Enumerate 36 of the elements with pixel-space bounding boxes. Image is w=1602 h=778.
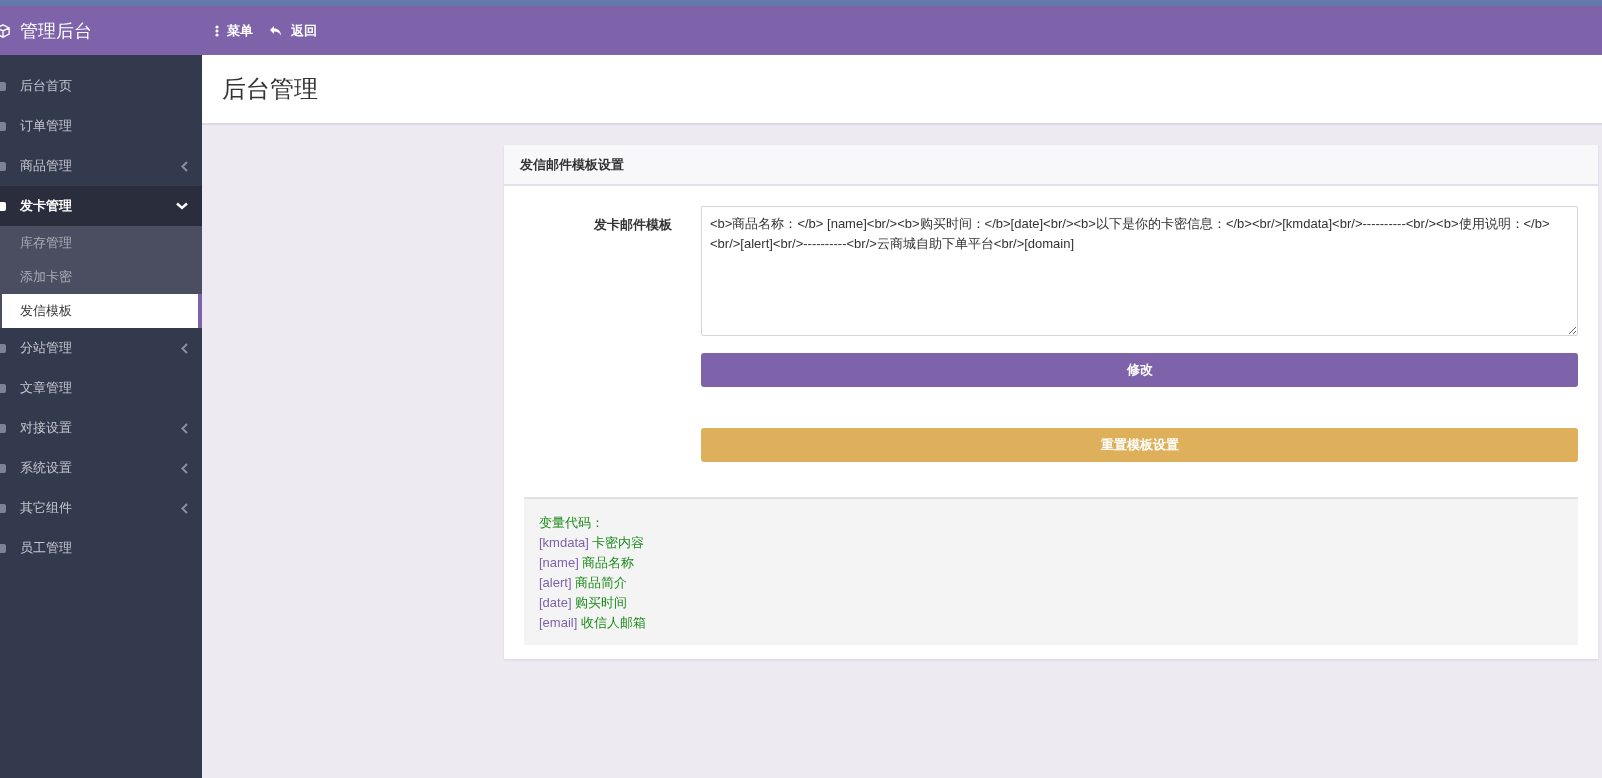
brand-title: 管理后台 — [20, 19, 92, 43]
chevron-down-icon — [176, 202, 188, 210]
variables-heading: 变量代码： — [539, 514, 605, 532]
chevron-left-icon — [181, 342, 188, 354]
submenu-item[interactable]: 添加卡密 — [2, 260, 202, 294]
chevron-left-icon — [181, 160, 188, 172]
sidebar-item[interactable]: 分站管理 — [0, 328, 202, 368]
variable-line: [alert] 商品简介 — [539, 574, 629, 592]
field-label: 发卡邮件模板 — [593, 216, 672, 234]
variable-line: [email] 收信人邮箱 — [539, 614, 647, 632]
chevron-left-icon — [181, 422, 188, 434]
sidebar-item[interactable]: 订单管理 — [0, 106, 202, 146]
menu-link[interactable]: 菜单 — [215, 21, 253, 40]
submenu-item[interactable]: 库存管理 — [2, 226, 202, 260]
chevron-left-icon — [181, 462, 188, 474]
reply-arrow-icon — [269, 24, 283, 37]
card-title: 发信邮件模板设置 — [520, 155, 624, 174]
sidebar-item[interactable]: 后台首页 — [0, 66, 202, 106]
sidebar-item[interactable]: 其它组件 — [0, 488, 202, 528]
chevron-left-icon — [181, 502, 188, 514]
variable-line: [name] 商品名称 — [539, 554, 636, 572]
template-textarea[interactable]: <b>商品名称：</b> [name]<br/><b>购买时间：</b>[date]<br/><b>以下是你的卡密信息：</b><br/>[kmdata]<br/>----------<br/><b>使用说明：</b><br/>[alert]<br/>----------<br/>云商城自助下单平台<br/>[domain] — [701, 206, 1578, 336]
sidebar-item[interactable]: 对接设置 — [0, 408, 202, 448]
dots-vertical-icon — [215, 24, 219, 37]
cube-icon — [0, 22, 10, 39]
sidebar-item[interactable]: 系统设置 — [0, 448, 202, 488]
page-title: 后台管理 — [222, 74, 318, 104]
submenu-item[interactable]: 发信模板 — [2, 294, 202, 328]
variable-line: [date] 购买时间 — [539, 594, 629, 612]
variable-line: [kmdata] 卡密内容 — [539, 534, 646, 552]
sidebar-item[interactable]: 发卡管理 — [0, 186, 202, 226]
sidebar-item[interactable]: 员工管理 — [0, 528, 202, 568]
sidebar-item[interactable]: 文章管理 — [0, 368, 202, 408]
back-link[interactable]: 返回 — [269, 21, 317, 40]
sidebar-item[interactable]: 商品管理 — [0, 146, 202, 186]
save-button[interactable]: 修改 — [701, 353, 1578, 387]
